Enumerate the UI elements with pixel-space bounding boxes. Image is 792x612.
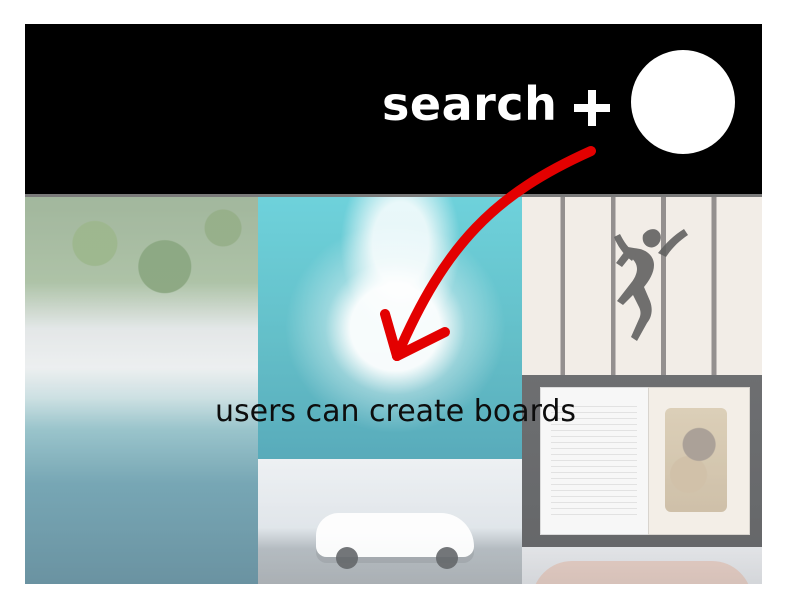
board-tile-beach[interactable] <box>25 197 258 584</box>
magazine-photo <box>665 408 727 512</box>
car-wheel <box>436 547 458 569</box>
top-bar: search <box>25 24 762 194</box>
board-tile-dancer[interactable] <box>522 197 762 375</box>
magazine-page-right <box>648 387 750 535</box>
board-tile-partial[interactable] <box>522 547 762 584</box>
board-tile-car[interactable] <box>258 459 522 584</box>
create-board-button[interactable] <box>568 84 616 132</box>
plus-icon <box>574 90 610 126</box>
board-screen: search users can create boards <box>25 24 762 584</box>
partial-image <box>532 561 752 584</box>
dancer-silhouette <box>614 229 688 341</box>
car-wheel <box>336 547 358 569</box>
search-label[interactable]: search <box>382 76 557 132</box>
avatar[interactable] <box>631 50 735 154</box>
annotation-text: users can create boards <box>215 394 577 429</box>
